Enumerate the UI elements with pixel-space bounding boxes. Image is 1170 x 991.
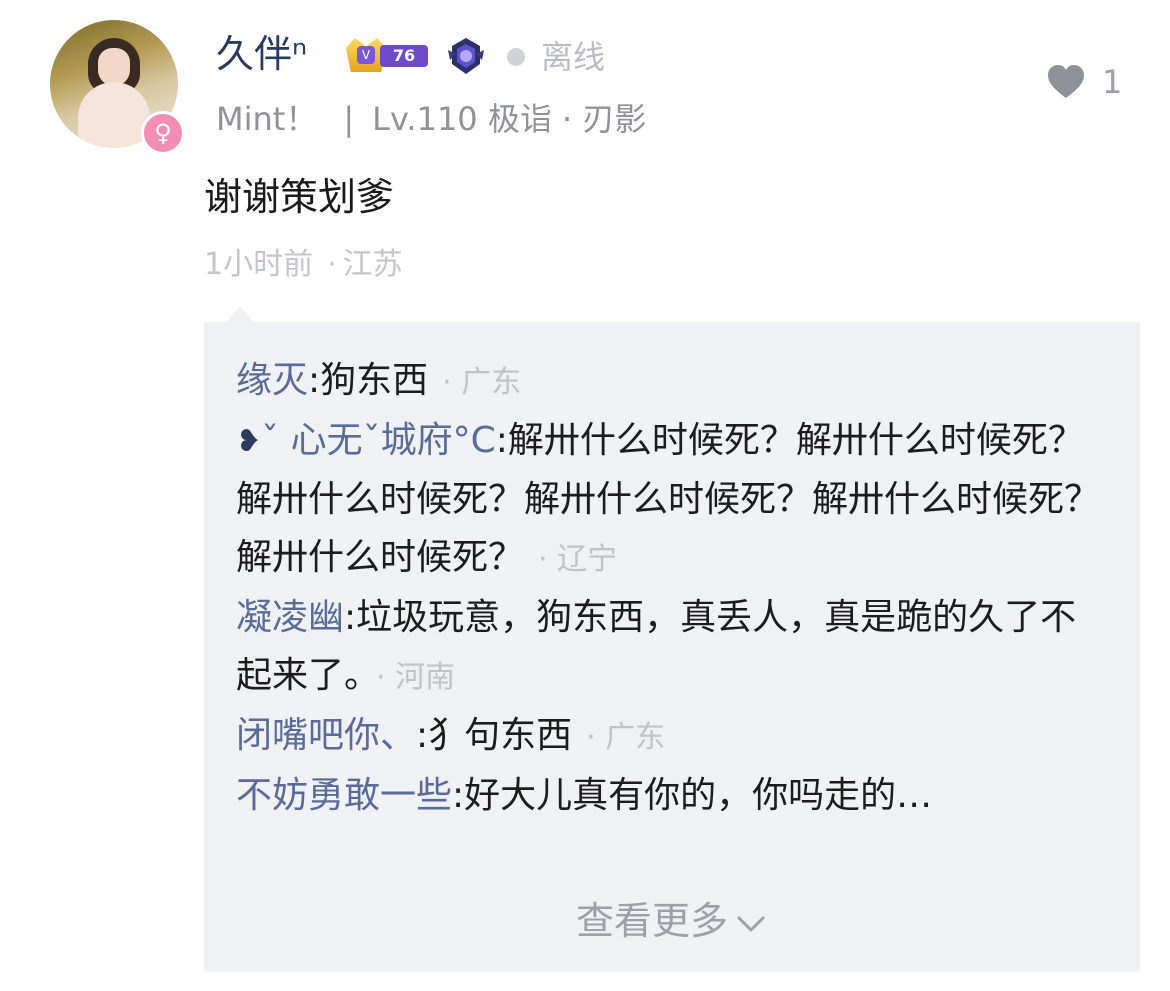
reply-author[interactable]: 凝凌幽 xyxy=(236,597,344,638)
reply-author[interactable]: 不妨勇敢一些 xyxy=(236,775,452,816)
reply-text: 狗东西 xyxy=(320,360,429,401)
divider: | xyxy=(343,100,355,138)
replies-panel: 缘灭:狗东西 · 广东 ❥ˇ 心无ˇ城府°C:解卅什么时候死？解卅什么时候死？解卅… xyxy=(204,322,1140,972)
online-status: 离线 xyxy=(541,38,606,76)
heart-arrow-icon: ❥ xyxy=(236,424,262,459)
chevron-down-icon xyxy=(737,916,765,931)
replies-pointer xyxy=(226,306,254,322)
reply-item[interactable]: 凝凌幽:垃圾玩意，狗东西，真丢人，真是跪的久了不起来了。 · 河南 xyxy=(236,589,1110,707)
comment-meta: 1小时前 · 江苏 xyxy=(204,247,403,282)
reply-location: 广东 xyxy=(605,720,666,755)
rank-badge: V 76 xyxy=(346,38,430,72)
comment-time: 1小时前 xyxy=(204,247,314,282)
like-button[interactable]: 1 xyxy=(1046,62,1122,102)
level-info: Lv.110 极诣 · 刃影 xyxy=(372,100,647,138)
reply-location: 广东 xyxy=(461,365,522,400)
reply-author[interactable]: ˇ 心无ˇ城府°C xyxy=(261,420,496,461)
reply-item[interactable]: ❥ˇ 心无ˇ城府°C:解卅什么时候死？解卅什么时候死？解卅什么时候死？解卅什么时… xyxy=(236,412,1110,589)
reply-location: 辽宁 xyxy=(557,542,618,577)
reply-text: 垃圾玩意，狗东西，真丢人，真是跪的久了不起来了。 xyxy=(236,597,1077,696)
emblem-icon xyxy=(448,38,484,74)
reply-text: 好大儿真有你的，你吗走的… xyxy=(464,775,933,816)
view-more-button[interactable]: 查看更多 xyxy=(204,892,1140,950)
username[interactable]: 久伴ⁿ xyxy=(216,28,307,80)
reply-text: 犭句东西 xyxy=(428,715,573,756)
female-gender-icon: ♀ xyxy=(141,111,185,155)
reply-author[interactable]: 缘灭 xyxy=(236,360,308,401)
reply-author[interactable]: 闭嘴吧你、 xyxy=(236,715,416,756)
view-more-label: 查看更多 xyxy=(575,899,728,943)
heart-icon xyxy=(1048,65,1084,98)
reply-location: 河南 xyxy=(395,660,456,695)
reply-item[interactable]: 不妨勇敢一些:好大儿真有你的，你吗走的… xyxy=(236,767,1110,825)
comment-text: 谢谢策划爹 xyxy=(204,175,395,219)
user-subline: Mint！ | Lv.110 极诣 · 刃影 xyxy=(216,96,646,142)
like-count: 1 xyxy=(1102,63,1123,101)
guild-name: Mint！ xyxy=(216,100,318,138)
status-dot-icon xyxy=(507,48,525,66)
rank-level: 76 xyxy=(380,45,428,67)
reply-item[interactable]: 缘灭:狗东西 · 广东 xyxy=(236,352,1110,412)
reply-item[interactable]: 闭嘴吧你、:犭句东西 · 广东 xyxy=(236,707,1110,767)
comment-location: 江苏 xyxy=(342,247,403,282)
